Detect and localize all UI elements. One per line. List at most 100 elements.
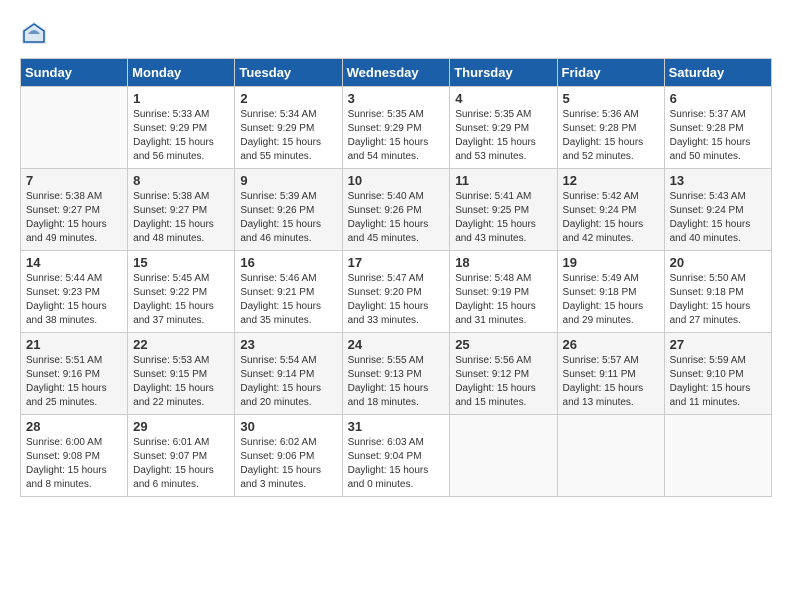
calendar-cell: 10Sunrise: 5:40 AMSunset: 9:26 PMDayligh… [342, 169, 450, 251]
day-info: Sunrise: 5:45 AMSunset: 9:22 PMDaylight:… [133, 272, 229, 328]
calendar-cell: 6 Sunrise: 5:37 AMSunset: 9:28 PMDaylight… [664, 87, 771, 169]
weekday-header-tuesday: Tuesday [235, 59, 342, 87]
calendar-cell: 3Sunrise: 5:35 AMSunset: 9:29 PMDaylight… [342, 87, 450, 169]
day-number: 23 [240, 337, 336, 352]
calendar-header-row: SundayMondayTuesdayWednesdayThursdayFrid… [21, 59, 772, 87]
calendar-cell: 27 Sunrise: 5:59 AMSunset: 9:10 PMDayligh… [664, 333, 771, 415]
calendar-cell: 19 Sunrise: 5:49 AMSunset: 9:18 PMDayligh… [557, 251, 664, 333]
day-number: 30 [240, 419, 336, 434]
day-info: Sunrise: 5:34 AMSunset: 9:29 PMDaylight:… [240, 108, 336, 164]
day-info: Sunrise: 6:00 AMSunset: 9:08 PMDaylight:… [26, 436, 122, 492]
day-info: Sunrise: 5:33 AMSunset: 9:29 PMDaylight:… [133, 108, 229, 164]
day-number: 22 [133, 337, 229, 352]
day-info: Sunrise: 5:53 AMSunset: 9:15 PMDaylight:… [133, 354, 229, 410]
day-info: Sunrise: 6:01 AMSunset: 9:07 PMDaylight:… [133, 436, 229, 492]
calendar-cell: 28Sunrise: 6:00 AMSunset: 9:08 PMDayligh… [21, 415, 128, 497]
calendar-cell: 13Sunrise: 5:43 AMSunset: 9:24 PMDayligh… [664, 169, 771, 251]
day-info: Sunrise: 5:50 AMSunset: 9:18 PMDaylight:… [670, 272, 766, 328]
calendar-cell: 1 Sunrise: 5:33 AMSunset: 9:29 PMDaylight… [128, 87, 235, 169]
page-header [20, 20, 772, 48]
calendar-cell: 21 Sunrise: 5:51 AMSunset: 9:16 PMDayligh… [21, 333, 128, 415]
calendar-cell [21, 87, 128, 169]
day-number: 20 [670, 255, 766, 270]
day-info: Sunrise: 5:49 AMSunset: 9:18 PMDaylight:… [563, 272, 659, 328]
day-info: Sunrise: 5:35 AMSunset: 9:29 PMDaylight:… [348, 108, 445, 164]
calendar-week-row: 14Sunrise: 5:44 AMSunset: 9:23 PMDayligh… [21, 251, 772, 333]
calendar-week-row: 21 Sunrise: 5:51 AMSunset: 9:16 PMDayligh… [21, 333, 772, 415]
day-info: Sunrise: 5:41 AMSunset: 9:25 PMDaylight:… [455, 190, 551, 246]
weekday-header-friday: Friday [557, 59, 664, 87]
calendar-week-row: 7 Sunrise: 5:38 AMSunset: 9:27 PMDaylight… [21, 169, 772, 251]
weekday-header-sunday: Sunday [21, 59, 128, 87]
logo [20, 20, 52, 48]
day-number: 11 [455, 173, 551, 188]
day-info: Sunrise: 5:38 AMSunset: 9:27 PMDaylight:… [26, 190, 122, 246]
calendar-cell: 14Sunrise: 5:44 AMSunset: 9:23 PMDayligh… [21, 251, 128, 333]
day-number: 8 [133, 173, 229, 188]
day-info: Sunrise: 5:59 AMSunset: 9:10 PMDaylight:… [670, 354, 766, 410]
calendar-cell: 5 Sunrise: 5:36 AMSunset: 9:28 PMDaylight… [557, 87, 664, 169]
calendar-cell: 18Sunrise: 5:48 AMSunset: 9:19 PMDayligh… [450, 251, 557, 333]
calendar-cell: 4 Sunrise: 5:35 AMSunset: 9:29 PMDaylight… [450, 87, 557, 169]
calendar-cell: 24Sunrise: 5:55 AMSunset: 9:13 PMDayligh… [342, 333, 450, 415]
calendar-cell: 30Sunrise: 6:02 AMSunset: 9:06 PMDayligh… [235, 415, 342, 497]
day-number: 31 [348, 419, 445, 434]
day-info: Sunrise: 6:03 AMSunset: 9:04 PMDaylight:… [348, 436, 445, 492]
calendar-cell: 2 Sunrise: 5:34 AMSunset: 9:29 PMDaylight… [235, 87, 342, 169]
calendar-cell: 11 Sunrise: 5:41 AMSunset: 9:25 PMDayligh… [450, 169, 557, 251]
calendar-cell: 12 Sunrise: 5:42 AMSunset: 9:24 PMDayligh… [557, 169, 664, 251]
day-number: 21 [26, 337, 122, 352]
day-number: 18 [455, 255, 551, 270]
calendar-cell: 16Sunrise: 5:46 AMSunset: 9:21 PMDayligh… [235, 251, 342, 333]
weekday-header-wednesday: Wednesday [342, 59, 450, 87]
day-info: Sunrise: 5:35 AMSunset: 9:29 PMDaylight:… [455, 108, 551, 164]
day-info: Sunrise: 5:36 AMSunset: 9:28 PMDaylight:… [563, 108, 659, 164]
day-info: Sunrise: 5:57 AMSunset: 9:11 PMDaylight:… [563, 354, 659, 410]
weekday-header-saturday: Saturday [664, 59, 771, 87]
day-info: Sunrise: 5:51 AMSunset: 9:16 PMDaylight:… [26, 354, 122, 410]
day-info: Sunrise: 5:43 AMSunset: 9:24 PMDaylight:… [670, 190, 766, 246]
day-info: Sunrise: 5:56 AMSunset: 9:12 PMDaylight:… [455, 354, 551, 410]
calendar-cell: 26 Sunrise: 5:57 AMSunset: 9:11 PMDayligh… [557, 333, 664, 415]
calendar-cell: 17 Sunrise: 5:47 AMSunset: 9:20 PMDayligh… [342, 251, 450, 333]
day-number: 6 [670, 91, 766, 106]
day-number: 7 [26, 173, 122, 188]
day-number: 12 [563, 173, 659, 188]
day-info: Sunrise: 5:39 AMSunset: 9:26 PMDaylight:… [240, 190, 336, 246]
calendar-cell: 15 Sunrise: 5:45 AMSunset: 9:22 PMDayligh… [128, 251, 235, 333]
day-number: 25 [455, 337, 551, 352]
day-number: 15 [133, 255, 229, 270]
day-info: Sunrise: 5:37 AMSunset: 9:28 PMDaylight:… [670, 108, 766, 164]
calendar-week-row: 1 Sunrise: 5:33 AMSunset: 9:29 PMDaylight… [21, 87, 772, 169]
day-number: 4 [455, 91, 551, 106]
day-number: 1 [133, 91, 229, 106]
day-number: 14 [26, 255, 122, 270]
calendar-cell: 7 Sunrise: 5:38 AMSunset: 9:27 PMDaylight… [21, 169, 128, 251]
day-number: 17 [348, 255, 445, 270]
weekday-header-monday: Monday [128, 59, 235, 87]
calendar-cell: 22 Sunrise: 5:53 AMSunset: 9:15 PMDayligh… [128, 333, 235, 415]
day-info: Sunrise: 5:40 AMSunset: 9:26 PMDaylight:… [348, 190, 445, 246]
day-number: 26 [563, 337, 659, 352]
day-number: 2 [240, 91, 336, 106]
weekday-header-thursday: Thursday [450, 59, 557, 87]
calendar-cell: 29 Sunrise: 6:01 AMSunset: 9:07 PMDayligh… [128, 415, 235, 497]
calendar-cell: 23 Sunrise: 5:54 AMSunset: 9:14 PMDayligh… [235, 333, 342, 415]
day-info: Sunrise: 5:38 AMSunset: 9:27 PMDaylight:… [133, 190, 229, 246]
calendar-cell [557, 415, 664, 497]
calendar-cell: 31 Sunrise: 6:03 AMSunset: 9:04 PMDayligh… [342, 415, 450, 497]
day-info: Sunrise: 5:54 AMSunset: 9:14 PMDaylight:… [240, 354, 336, 410]
calendar-cell [450, 415, 557, 497]
calendar-cell: 9 Sunrise: 5:39 AMSunset: 9:26 PMDaylight… [235, 169, 342, 251]
day-number: 29 [133, 419, 229, 434]
day-number: 19 [563, 255, 659, 270]
day-info: Sunrise: 5:55 AMSunset: 9:13 PMDaylight:… [348, 354, 445, 410]
day-info: Sunrise: 5:47 AMSunset: 9:20 PMDaylight:… [348, 272, 445, 328]
calendar-cell: 25 Sunrise: 5:56 AMSunset: 9:12 PMDayligh… [450, 333, 557, 415]
calendar-cell: 8 Sunrise: 5:38 AMSunset: 9:27 PMDaylight… [128, 169, 235, 251]
day-number: 27 [670, 337, 766, 352]
day-number: 5 [563, 91, 659, 106]
day-info: Sunrise: 5:42 AMSunset: 9:24 PMDaylight:… [563, 190, 659, 246]
day-number: 9 [240, 173, 336, 188]
calendar-cell [664, 415, 771, 497]
